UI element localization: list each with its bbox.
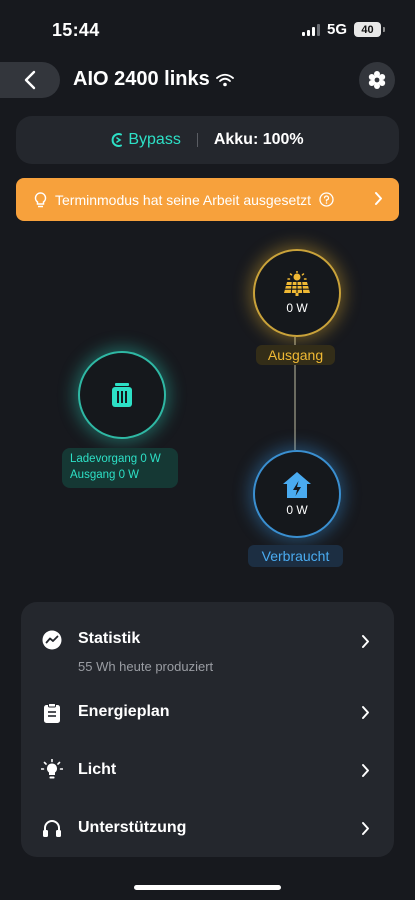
divider [196, 133, 198, 147]
warning-text: Terminmodus hat seine Arbeit ausgesetzt [55, 191, 312, 208]
solar-panel-icon [284, 271, 310, 296]
battery-output-value: Ausgang 0 W [70, 469, 140, 481]
status-indicators: 5G 40 [301, 21, 385, 38]
chevron-left-icon [24, 70, 36, 90]
battery-icon: 40 [354, 22, 385, 37]
settings-button[interactable] [359, 62, 395, 98]
bypass-icon [111, 133, 123, 147]
home-power-value: 0 W [286, 503, 308, 517]
wifi-icon [215, 73, 234, 86]
gear-icon [368, 71, 386, 89]
headset-icon [41, 818, 63, 840]
schedule-mode-warning-banner[interactable]: Terminmodus hat seine Arbeit ausgesetzt [16, 178, 399, 221]
menu-item-licht[interactable]: Licht [21, 759, 394, 783]
signal-icon [301, 23, 320, 36]
battery-device-icon [112, 383, 132, 407]
solar-output-tag: Ausgang [256, 345, 335, 365]
chart-line-icon [41, 629, 63, 651]
menu-sub-statistik: 55 Wh heute produziert [78, 659, 214, 674]
menu-card: Statistik 55 Wh heute produziert Energie… [21, 602, 394, 857]
battery-level: 40 [361, 23, 374, 36]
solar-node[interactable]: 0 W [253, 249, 341, 337]
menu-label-unterstuetzung: Unterstützung [78, 819, 187, 836]
battery-info-box: Ladevorgang 0 W Ausgang 0 W [62, 448, 178, 488]
menu-label-statistik: Statistik [78, 630, 141, 647]
akku-level: Akku: 100% [213, 131, 304, 148]
solar-power-value: 0 W [286, 301, 308, 315]
chevron-right-icon [374, 191, 383, 206]
chevron-right-icon [361, 763, 370, 778]
home-consumed-tag: Verbraucht [248, 545, 343, 567]
bypass-mode[interactable]: Bypass [111, 131, 181, 149]
status-time: 15:44 [52, 20, 100, 40]
menu-item-unterstuetzung[interactable]: Unterstützung [21, 817, 394, 841]
back-button[interactable] [0, 62, 60, 98]
chevron-right-icon [361, 821, 370, 836]
network-label: 5G [326, 21, 347, 38]
page-title: AIO 2400 links [73, 68, 210, 90]
chevron-right-icon [361, 705, 370, 720]
battery-charging-value: Ladevorgang 0 W [70, 453, 161, 465]
menu-item-energieplan[interactable]: Energieplan [21, 701, 394, 725]
menu-label-energieplan: Energieplan [78, 703, 170, 720]
clipboard-icon [41, 702, 63, 724]
battery-node[interactable] [78, 351, 166, 439]
lightbulb-icon [34, 191, 47, 208]
device-title: AIO 2400 links [73, 68, 234, 91]
bypass-label: Bypass [128, 131, 181, 148]
help-icon[interactable] [319, 192, 334, 207]
chevron-right-icon [361, 634, 370, 649]
menu-item-statistik[interactable]: Statistik 55 Wh heute produziert [21, 626, 394, 676]
home-indicator[interactable] [134, 885, 281, 890]
menu-label-licht: Licht [78, 761, 117, 778]
house-lightning-icon [283, 472, 311, 498]
lightbulb-icon [41, 759, 63, 781]
home-node[interactable]: 0 W [253, 450, 341, 538]
mode-status-bar: Bypass Akku: 100% [16, 116, 399, 164]
